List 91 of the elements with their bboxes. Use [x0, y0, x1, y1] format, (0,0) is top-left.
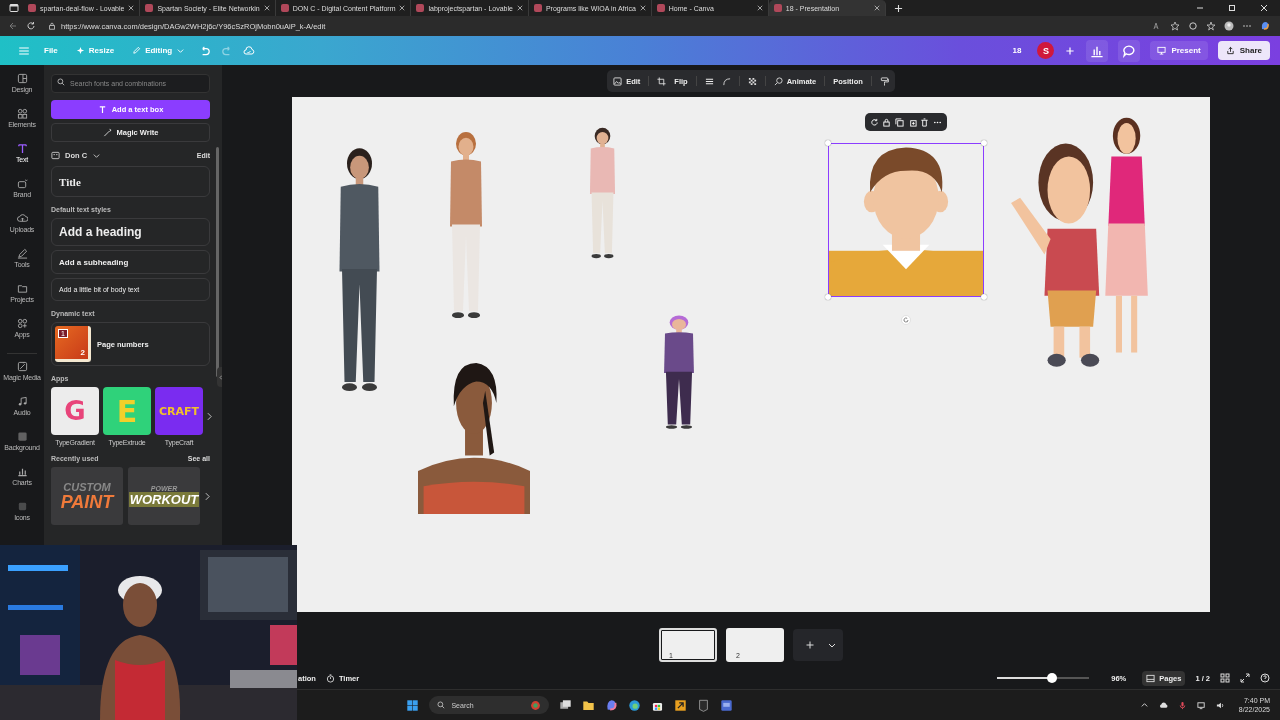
close-icon[interactable] — [756, 5, 763, 11]
square-icon — [16, 501, 28, 512]
chevron-left-icon — [219, 373, 222, 381]
zoom-slider-thumb[interactable] — [1047, 673, 1058, 683]
paint-roller-icon[interactable] — [879, 76, 889, 86]
task-view-icon[interactable] — [559, 698, 573, 712]
crop-icon[interactable] — [657, 76, 667, 86]
trash-icon[interactable] — [920, 117, 930, 127]
stopwatch-icon — [325, 673, 335, 683]
monitor-icon — [1157, 46, 1167, 55]
bar-chart-icon[interactable] — [1086, 39, 1109, 62]
chevron-up-icon[interactable] — [1139, 700, 1149, 710]
close-icon[interactable] — [516, 5, 523, 11]
magic-wand-icon — [102, 128, 112, 137]
image-icon — [613, 76, 623, 86]
microphone-icon[interactable] — [1177, 700, 1187, 710]
corner-curve-icon[interactable] — [721, 76, 731, 86]
apps-icon — [16, 318, 28, 329]
text-style-card[interactable]: Add a subheading — [51, 250, 210, 274]
cloud-icon[interactable] — [1158, 700, 1168, 710]
letter-t-icon — [97, 105, 107, 114]
close-icon[interactable] — [128, 5, 135, 11]
search-icon — [57, 77, 65, 86]
design-page[interactable] — [292, 97, 1210, 612]
title-style-card[interactable]: Title — [51, 166, 210, 197]
image-spark-icon — [16, 361, 28, 372]
cloud-check-icon[interactable] — [243, 44, 256, 57]
pencil-icon — [132, 46, 142, 55]
sparkle-icon — [75, 46, 85, 55]
profile-icon[interactable] — [1224, 21, 1234, 31]
app-tile[interactable]: CRAFT — [155, 387, 203, 435]
arrow-app-icon[interactable] — [674, 698, 688, 712]
add-page-icon[interactable] — [805, 640, 815, 650]
back-arrow-icon[interactable] — [8, 21, 18, 31]
search-icon — [437, 701, 446, 709]
pages-icon — [1146, 673, 1156, 683]
app-icon[interactable] — [720, 698, 734, 712]
letter-t-icon — [16, 143, 28, 154]
read-aloud-icon[interactable] — [1152, 21, 1162, 31]
window-menu-icon[interactable] — [9, 3, 19, 13]
template-thumbnail[interactable]: CUSTOM PAINT — [51, 467, 123, 525]
text-style-card[interactable]: Add a heading — [51, 218, 210, 246]
favorites-icon[interactable] — [1206, 21, 1216, 31]
badge-icon — [530, 699, 542, 711]
cloud-upload-icon — [16, 213, 28, 224]
caret-down-icon — [92, 151, 102, 160]
copilot-icon[interactable] — [1260, 21, 1270, 31]
upload-icon — [1225, 46, 1235, 55]
add-icon[interactable] — [1064, 44, 1077, 57]
fullscreen-icon[interactable] — [1240, 673, 1250, 683]
reload-icon[interactable] — [26, 21, 36, 31]
folder-icon — [16, 283, 28, 294]
network-icon[interactable] — [1196, 700, 1206, 710]
caret-down-icon — [176, 46, 186, 55]
bar-chart-icon — [16, 466, 28, 477]
new-tab-icon[interactable] — [893, 3, 903, 13]
help-icon[interactable] — [1260, 673, 1270, 683]
chevron-right-icon[interactable] — [205, 491, 210, 501]
user-avatar[interactable]: S — [1037, 42, 1055, 59]
pen-icon — [16, 248, 28, 259]
refresh-icon[interactable] — [869, 117, 879, 127]
close-icon[interactable] — [1259, 3, 1269, 13]
duplicate-icon[interactable] — [907, 117, 917, 127]
lock-icon[interactable] — [882, 117, 892, 127]
lock-icon — [48, 22, 56, 30]
copy-icon[interactable] — [895, 117, 905, 127]
shapes-icon — [16, 108, 28, 119]
restore-icon[interactable] — [1227, 3, 1237, 13]
close-icon[interactable] — [263, 5, 270, 11]
transparency-icon[interactable] — [747, 76, 757, 86]
close-icon[interactable] — [639, 5, 646, 11]
share-button[interactable]: Share — [1217, 41, 1270, 60]
copilot-icon[interactable] — [605, 698, 619, 712]
star-icon[interactable] — [1170, 21, 1180, 31]
lines-icon[interactable] — [704, 76, 714, 86]
briefcase-icon — [16, 178, 28, 189]
speaker-icon[interactable] — [1215, 700, 1225, 710]
browser-icon[interactable] — [628, 698, 642, 712]
close-icon[interactable] — [399, 5, 406, 11]
layout-icon — [16, 73, 28, 84]
page-count-label: 18 — [1012, 46, 1022, 55]
present-button[interactable]: Present — [1150, 41, 1208, 60]
windows-start-icon[interactable] — [406, 698, 420, 712]
chevron-right-icon[interactable] — [207, 412, 212, 421]
grid-view-icon[interactable] — [1220, 673, 1230, 683]
person-illustration[interactable] — [418, 360, 530, 514]
comment-icon[interactable] — [1118, 39, 1141, 62]
close-icon[interactable] — [873, 5, 880, 11]
music-note-icon — [16, 396, 28, 407]
scrollbar[interactable] — [216, 147, 219, 377]
brand-kit-icon — [51, 151, 60, 160]
